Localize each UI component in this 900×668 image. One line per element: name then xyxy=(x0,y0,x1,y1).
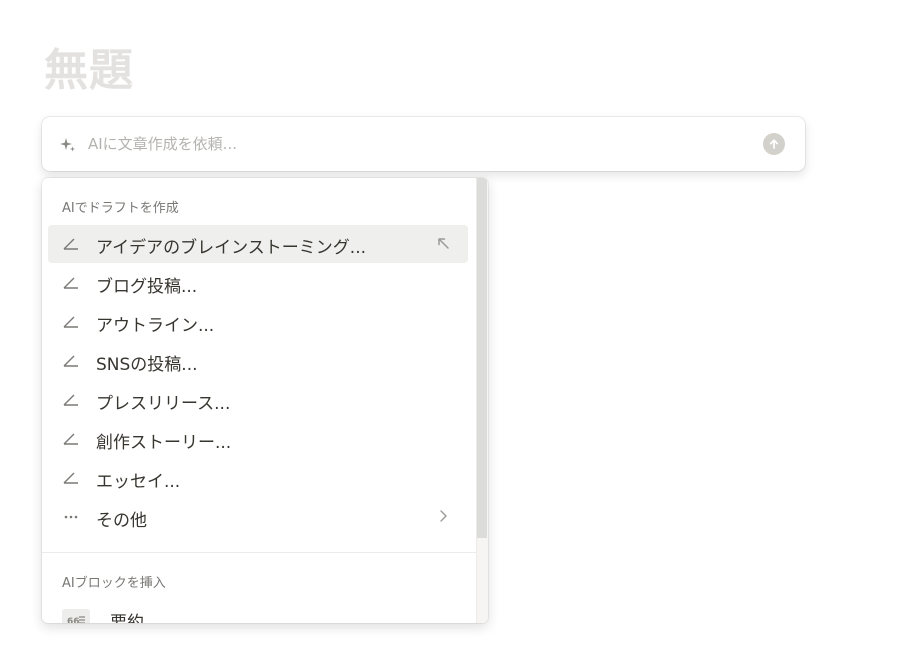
menu-item-outline[interactable]: アウトライン... xyxy=(48,303,468,341)
section-header-block: AIブロックを挿入 xyxy=(62,576,166,591)
more-dots-icon xyxy=(62,508,80,526)
menu-item-brainstorm[interactable]: アイデアのブレインストーミング... xyxy=(48,225,468,263)
menu-item-label: 要約 xyxy=(110,613,144,623)
menu-item-label: アウトライン... xyxy=(96,316,215,336)
pencil-icon xyxy=(62,469,80,487)
section-header-draft: AIでドラフトを作成 xyxy=(62,201,179,216)
menu-item-blog-post[interactable]: ブログ投稿... xyxy=(48,264,468,302)
ai-command-menu: AIでドラフトを作成 アイデアのブレインストーミング... ブログ投稿... ア… xyxy=(42,178,488,623)
chevron-right-icon xyxy=(434,507,452,525)
page-title[interactable]: 無題 xyxy=(44,34,134,98)
arrow-up-circle-icon xyxy=(769,139,779,149)
pencil-icon xyxy=(62,313,80,331)
pencil-icon xyxy=(62,391,80,409)
summary-block-icon: 66 xyxy=(62,609,90,623)
pencil-icon xyxy=(62,352,80,370)
menu-item-label: アイデアのブレインストーミング... xyxy=(96,238,367,258)
menu-item-essay[interactable]: エッセイ... xyxy=(48,459,468,497)
menu-item-label: 創作ストーリー... xyxy=(96,433,232,453)
menu-item-label: ブログ投稿... xyxy=(96,277,198,297)
menu-divider xyxy=(42,552,476,553)
ai-prompt-input[interactable] xyxy=(88,131,688,157)
menu-item-creative-story[interactable]: 創作ストーリー... xyxy=(48,420,468,458)
menu-item-label: SNSの投稿... xyxy=(96,355,198,375)
pencil-icon xyxy=(62,235,80,253)
ai-prompt-bar[interactable] xyxy=(42,117,805,171)
pencil-icon xyxy=(62,430,80,448)
menu-scrollbar-track[interactable] xyxy=(476,178,488,623)
menu-item-summary[interactable]: 66 要約 xyxy=(48,600,468,623)
menu-item-label: プレスリリース... xyxy=(96,394,231,414)
menu-item-label: その他 xyxy=(96,511,147,531)
menu-item-label: エッセイ... xyxy=(96,472,181,492)
menu-item-sns-post[interactable]: SNSの投稿... xyxy=(48,342,468,380)
svg-text:66: 66 xyxy=(67,617,80,623)
enter-arrow-icon xyxy=(434,234,452,252)
sparkle-icon xyxy=(58,135,78,155)
menu-item-more[interactable]: その他 xyxy=(48,498,468,536)
pencil-icon xyxy=(62,274,80,292)
menu-scrollbar-thumb[interactable] xyxy=(477,178,487,538)
menu-item-press-release[interactable]: プレスリリース... xyxy=(48,381,468,419)
send-button[interactable] xyxy=(763,133,785,155)
